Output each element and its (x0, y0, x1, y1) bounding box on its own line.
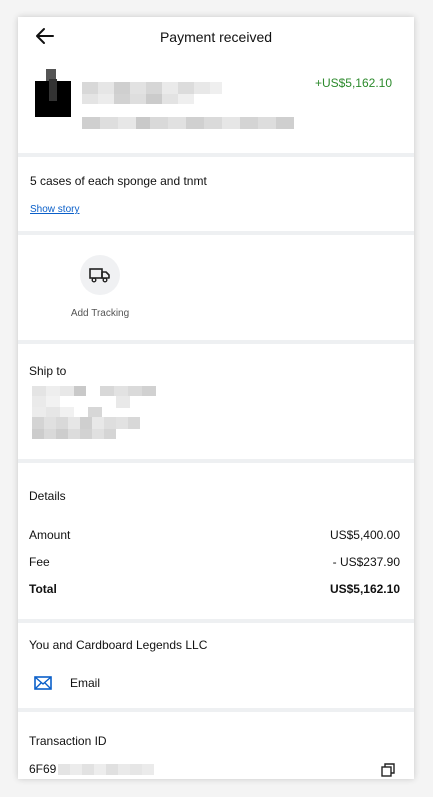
details-title: Details (29, 489, 66, 503)
email-label: Email (70, 676, 101, 690)
page-title: Payment received (159, 29, 273, 45)
detail-row-amount: Amount US$5,400.00 (29, 528, 400, 542)
payment-note: 5 cases of each sponge and tnmt (30, 174, 207, 188)
avatar (35, 69, 71, 117)
detail-row-total: Total US$5,162.10 (29, 582, 400, 596)
detail-value: US$5,400.00 (329, 528, 400, 542)
ship-address-redacted-1 (32, 386, 156, 396)
counterparty-title: You and Cardboard Legends LLC (29, 638, 208, 652)
detail-value: - US$237.90 (332, 555, 400, 569)
add-tracking-button[interactable] (80, 255, 120, 295)
payer-email-redacted (82, 117, 294, 129)
transaction-id-redacted (58, 763, 155, 775)
tracking-section: Add Tracking (18, 235, 414, 340)
details-section: Details Amount US$5,400.00 Fee - US$237.… (18, 463, 414, 619)
email-button[interactable]: Email (34, 676, 100, 690)
payer-name-redacted-2 (82, 94, 194, 104)
ship-address-redacted-3 (32, 407, 102, 417)
transaction-section: Transaction ID 6F69 (18, 712, 414, 779)
payment-amount: +US$5,162.10 (314, 76, 392, 90)
transaction-id-label: Transaction ID (29, 734, 107, 748)
detail-label: Total (29, 582, 57, 596)
add-tracking-label: Add Tracking (70, 308, 130, 319)
transaction-id-value: 6F69 (29, 762, 155, 776)
detail-value: US$5,162.10 (329, 582, 400, 596)
ship-to-label: Ship to (29, 364, 67, 378)
detail-label: Fee (29, 555, 50, 569)
show-story-link[interactable]: Show story (30, 204, 79, 215)
ship-to-section: Ship to (18, 344, 414, 459)
detail-row-fee: Fee - US$237.90 (29, 555, 400, 569)
phone-screen: Payment received +US$5,162.10 5 cases of… (18, 17, 414, 779)
counterparty-section: You and Cardboard Legends LLC Email (18, 623, 414, 708)
detail-label: Amount (29, 528, 71, 542)
ship-address-redacted-5 (32, 429, 116, 439)
truck-icon (89, 268, 110, 283)
payer-name-redacted (82, 82, 222, 94)
payment-header: Payment received +US$5,162.10 (18, 17, 414, 153)
mail-icon (34, 676, 52, 690)
copy-icon[interactable] (380, 762, 396, 778)
payment-note-section: 5 cases of each sponge and tnmt Show sto… (18, 157, 414, 231)
ship-address-redacted-4 (32, 417, 140, 429)
transaction-id-prefix: 6F69 (29, 762, 57, 776)
